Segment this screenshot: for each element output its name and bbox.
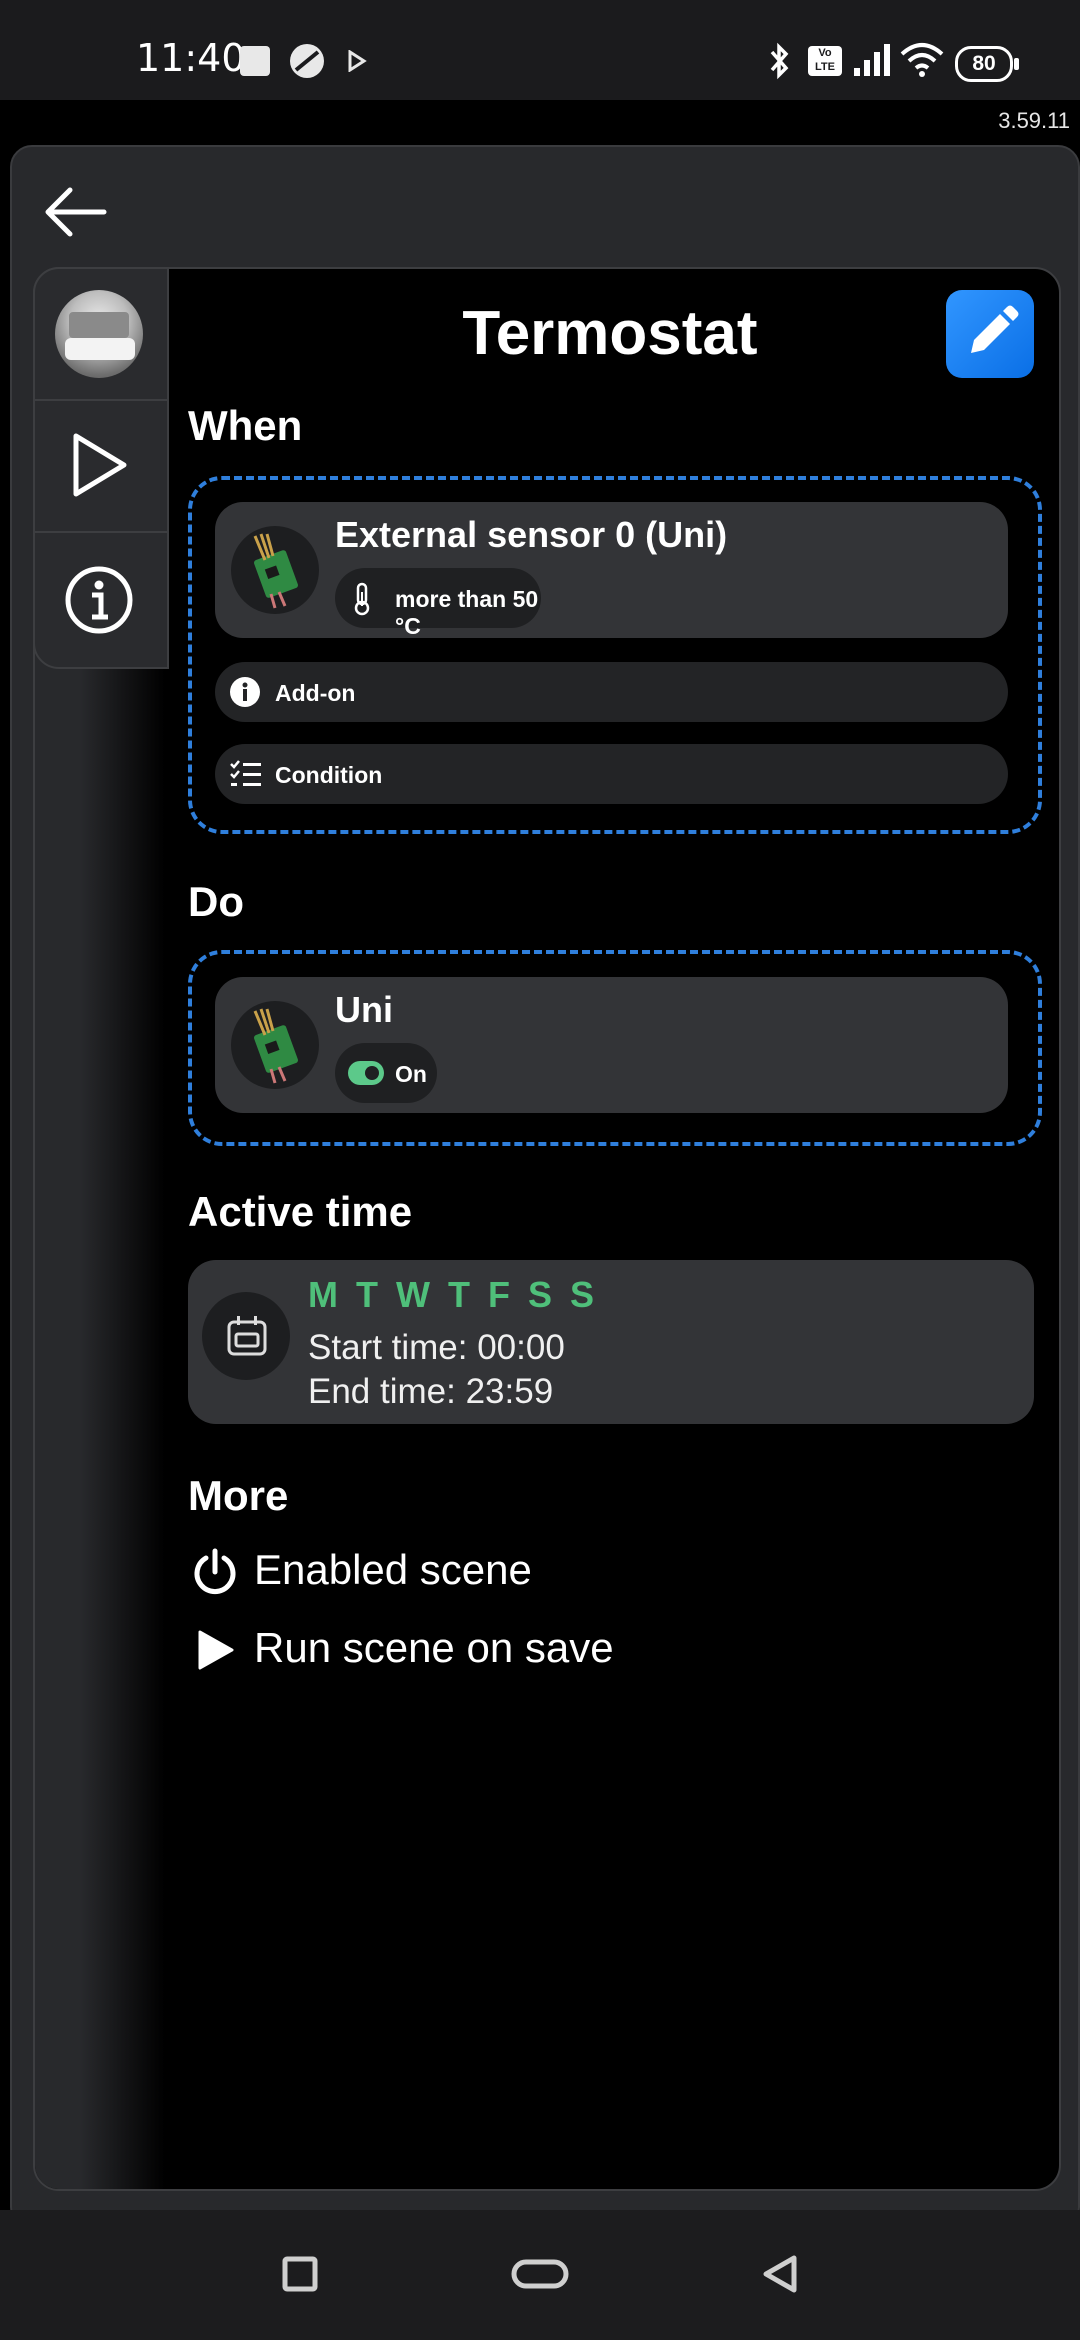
when-device-card[interactable]: External sensor 0 (Uni) more than 50 °C (215, 502, 1008, 639)
active-time-card[interactable]: M T W T F S S Start time: 00:00 End time… (188, 1260, 1034, 1424)
bluetooth-icon (770, 42, 789, 80)
more-heading: More (188, 1472, 289, 1519)
wifi-icon (900, 43, 944, 77)
do-heading: Do (188, 878, 244, 925)
play-tab-icon[interactable] (66, 430, 132, 500)
back-arrow-icon[interactable] (40, 180, 120, 244)
do-device-card[interactable]: Uni On (215, 977, 1008, 1113)
play-icon (198, 1630, 234, 1670)
battery-icon: 80 (955, 46, 1019, 82)
toggle-on-icon (348, 1061, 384, 1085)
edit-button[interactable] (946, 290, 1034, 378)
temperature-condition-chip[interactable]: more than 50 °C (335, 568, 541, 639)
run-on-save-toggle[interactable]: Run scene on save (188, 1620, 748, 1680)
sensor-thumbnail (231, 526, 319, 614)
condition-button[interactable]: Condition (215, 744, 1008, 804)
home-icon[interactable] (510, 2256, 570, 2292)
uni-thumbnail (231, 1001, 319, 1089)
start-time: Start time: 00:00 (308, 1328, 565, 1367)
condition-label: Condition (275, 762, 383, 788)
on-state-chip[interactable]: On (335, 1043, 437, 1103)
thermometer-icon (354, 582, 370, 616)
active-days: M T W T F S S (308, 1274, 598, 1315)
on-state-label: On (395, 1061, 427, 1087)
room-avatar[interactable] (55, 290, 143, 378)
status-bar: 11:40 Vo LTE 80 (0, 0, 1080, 100)
circuit-board-icon (253, 533, 298, 609)
add-on-button[interactable]: Add-on (215, 662, 1008, 722)
enabled-scene-label: Enabled scene (254, 1546, 532, 1593)
navigation-bar (0, 2210, 1080, 2340)
app-version: 3.59.11 (998, 108, 1070, 133)
round-app-icon (290, 44, 324, 78)
back-nav-icon[interactable] (760, 2254, 800, 2294)
end-time: End time: 23:59 (308, 1372, 554, 1411)
status-time: 11:40 (136, 36, 246, 80)
circuit-board-icon (253, 1008, 298, 1084)
power-icon (194, 1548, 236, 1595)
play-store-icon (348, 50, 367, 72)
info-circle-icon (230, 677, 260, 707)
do-device-name: Uni (335, 989, 393, 1030)
pencil-icon (971, 305, 1019, 353)
page-title: Termostat (462, 299, 758, 368)
volte-icon: Vo LTE (808, 46, 842, 76)
when-heading: When (188, 402, 303, 449)
info-tab-icon[interactable] (64, 565, 134, 635)
add-on-label: Add-on (275, 680, 356, 706)
enabled-scene-toggle[interactable]: Enabled scene (188, 1542, 748, 1602)
when-device-name: External sensor 0 (Uni) (335, 514, 728, 555)
temperature-condition-label: more than 50 °C (395, 586, 539, 639)
active-time-heading: Active time (188, 1188, 413, 1235)
run-on-save-label: Run scene on save (254, 1624, 614, 1671)
square-notification-icon (240, 46, 270, 76)
checklist-icon (230, 760, 261, 786)
recent-apps-icon[interactable] (282, 2256, 318, 2292)
calendar-badge (202, 1292, 290, 1380)
signal-icon (854, 44, 890, 76)
calendar-icon (227, 1316, 267, 1356)
